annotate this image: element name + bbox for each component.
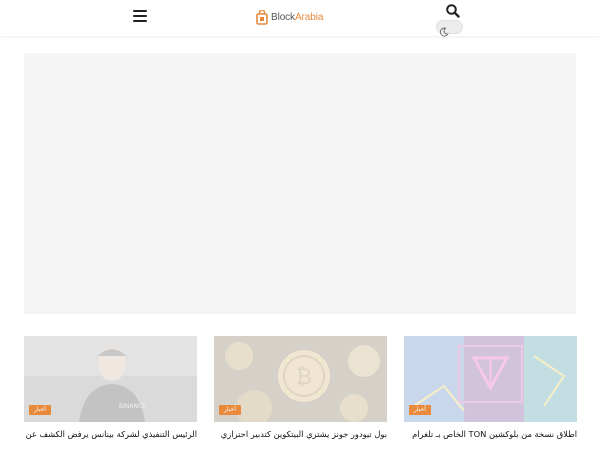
logo-mark-icon [256, 8, 268, 25]
article-title[interactable]: الرئيس التنفيذي لشركة بينانس يرفض الكشف … [24, 428, 197, 440]
article-card-bitcoin[interactable]: ₿ أخبار بول تيودور جونز يشتري البيتكوين … [214, 336, 387, 450]
site-logo[interactable]: BlockArabia [256, 8, 323, 26]
moon-icon [439, 22, 449, 37]
ad-placeholder [24, 53, 576, 314]
site-header: BlockArabia [0, 0, 600, 37]
article-card-binance[interactable]: BINANCE أخبار الرئيس التنفيذي لشركة بينا… [24, 336, 197, 450]
search-icon[interactable] [445, 3, 461, 19]
logo-text: BlockArabia [271, 11, 324, 23]
article-card-ton[interactable]: أخبار اطلاق نسخة من بلوكشين TON الخاص بـ… [404, 336, 577, 450]
article-title[interactable]: بول تيودور جونز يشتري البيتكوين كتدبير ا… [214, 428, 387, 440]
category-badge[interactable]: أخبار [219, 405, 241, 415]
category-badge[interactable]: أخبار [409, 405, 431, 415]
article-title[interactable]: اطلاق نسخة من بلوكشين TON الخاص بـ تلغرا… [404, 428, 577, 440]
hamburger-menu-icon[interactable] [133, 10, 147, 23]
category-badge[interactable]: أخبار [29, 405, 51, 415]
dark-mode-toggle[interactable] [436, 20, 463, 37]
